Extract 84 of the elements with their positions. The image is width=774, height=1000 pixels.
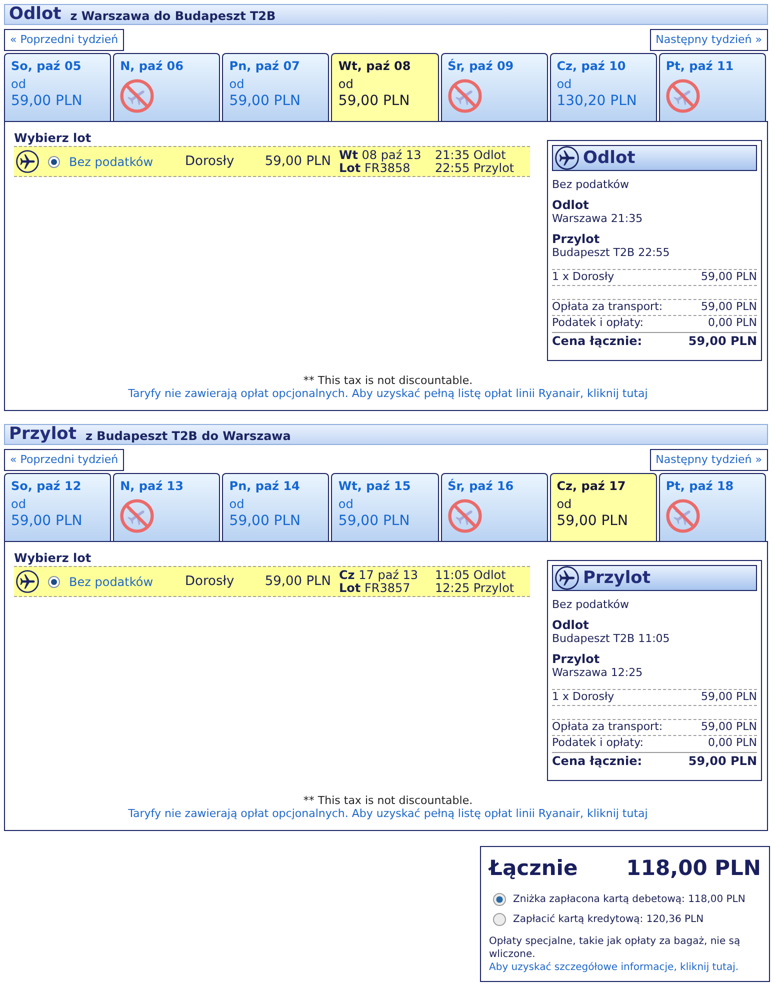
arrival-label: Przylot bbox=[552, 232, 600, 246]
next-week-button[interactable]: Następny tydzień » bbox=[650, 449, 768, 471]
total-label: Łącznie bbox=[489, 855, 578, 881]
departure-time: 11:05 Odlot bbox=[435, 568, 506, 582]
arrival-info: Warszawa 12:25 bbox=[552, 666, 643, 680]
radio-button[interactable] bbox=[493, 913, 506, 926]
arrival-time: 22:55 Przylot bbox=[435, 162, 514, 174]
arrival-info: Budapeszt T2B 22:55 bbox=[552, 246, 670, 260]
flight-date: Wt 08 paź 13 bbox=[339, 148, 422, 162]
passenger-price: 59,00 PLN bbox=[701, 690, 757, 704]
passenger-type: Dorosły bbox=[185, 154, 234, 169]
departure-info: Budapeszt T2B 11:05 bbox=[552, 632, 670, 646]
day-tab[interactable]: Wt, paź 08 od 59,00 PLN bbox=[331, 53, 439, 121]
day-tab[interactable]: So, paź 05 od 59,00 PLN bbox=[4, 53, 112, 121]
total-price-value: 59,00 PLN bbox=[688, 334, 757, 348]
previous-week-button[interactable]: « Poprzedni tydzień bbox=[4, 449, 124, 471]
departure-label: Odlot bbox=[552, 198, 589, 212]
charge-value: 0,00 PLN bbox=[708, 736, 757, 750]
flight-number: Lot FR3858 bbox=[339, 162, 410, 174]
fare-type: Bez podatków bbox=[552, 178, 630, 192]
day-tab[interactable]: Śr, paź 09 bbox=[440, 53, 548, 121]
charge-value: 59,00 PLN bbox=[701, 300, 757, 314]
fees-note: Opłaty specjalne, takie jak opłaty za bagaż, nie są wliczone. bbox=[489, 935, 742, 961]
fare-type: Bez podatków bbox=[552, 598, 630, 612]
flight-date: Cz 17 paź 13 bbox=[339, 568, 418, 582]
radio-button[interactable] bbox=[48, 576, 60, 588]
flight-row[interactable]: Bez podatków Dorosły 59,00 PLN Wt 08 paź 13 Lot FR3858 21:35 Odlot 22:55 Przylot bbox=[14, 146, 530, 177]
arrival-time: 12:25 Przylot bbox=[435, 582, 514, 594]
day-tab[interactable]: Pt, paź 18 bbox=[658, 473, 766, 541]
day-tab[interactable]: N, paź 06 bbox=[113, 53, 220, 121]
charge-label: Opłata za transport: bbox=[552, 300, 663, 314]
passenger-label: 1 x Dorosły bbox=[552, 270, 614, 284]
day-tab[interactable]: Pn, paź 14 od 59,00 PLN bbox=[222, 473, 330, 541]
radio-button[interactable] bbox=[493, 893, 506, 906]
flight-number: Lot FR3857 bbox=[339, 582, 410, 594]
radio-button[interactable] bbox=[48, 156, 60, 168]
plane-icon bbox=[16, 570, 39, 593]
total-price-label: Cena łącznie: bbox=[552, 334, 642, 348]
total-price-label: Cena łącznie: bbox=[552, 754, 642, 768]
day-tab[interactable]: Cz, paź 10 od 130,20 PLN bbox=[550, 53, 657, 121]
day-tab[interactable]: Śr, paź 16 bbox=[440, 473, 548, 541]
fare-price: 59,00 PLN bbox=[264, 154, 331, 169]
charge-label: Opłata za transport: bbox=[552, 720, 663, 734]
tax-note: ** This tax is not discountable. bbox=[303, 794, 473, 807]
fees-link[interactable]: Taryfy nie zawierają opłat opcjonalnych. Aby uzyskać pełną listę opłat linii Ryanair, kliknij tutaj bbox=[128, 807, 648, 820]
day-tab[interactable]: Pt, paź 11 bbox=[658, 53, 766, 121]
passenger-label: 1 x Dorosły bbox=[552, 690, 614, 704]
route-text: z Warszawa do Budapeszt T2B bbox=[70, 8, 276, 22]
choose-flight-label: Wybierz lot bbox=[14, 551, 92, 565]
section-title: Przylot bbox=[9, 425, 76, 444]
departure-time: 21:35 Odlot bbox=[435, 148, 506, 162]
summary-title: Odlot bbox=[583, 148, 636, 168]
charge-value: 0,00 PLN bbox=[708, 316, 757, 330]
fees-link[interactable]: Taryfy nie zawierają opłat opcjonalnych. Aby uzyskać pełną listę opłat linii Ryanair, kliknij tutaj bbox=[128, 387, 648, 400]
route-text: z Budapeszt T2B do Warszawa bbox=[85, 428, 291, 442]
arrival-label: Przylot bbox=[552, 652, 600, 666]
day-tab[interactable]: N, paź 13 bbox=[113, 473, 220, 541]
next-week-button[interactable]: Następny tydzień » bbox=[650, 29, 768, 51]
passenger-price: 59,00 PLN bbox=[701, 270, 757, 284]
summary-title: Przylot bbox=[583, 568, 650, 588]
fare-link[interactable]: Bez podatków bbox=[69, 154, 154, 168]
payment-option-label: Zniżka zapłacona kartą debetową: 118,00 PLN bbox=[513, 893, 746, 906]
day-tab[interactable]: Wt, paź 15 od 59,00 PLN bbox=[331, 473, 439, 541]
flight-row[interactable]: Bez podatków Dorosły 59,00 PLN Cz 17 paź 13 Lot FR3857 11:05 Odlot 12:25 Przylot bbox=[14, 566, 530, 597]
total-amount: 118,00 PLN bbox=[626, 855, 761, 881]
total-price-value: 59,00 PLN bbox=[688, 754, 757, 768]
day-tab[interactable]: Cz, paź 17 od 59,00 PLN bbox=[550, 473, 657, 541]
tax-note: ** This tax is not discountable. bbox=[303, 374, 473, 387]
section-title: Odlot bbox=[9, 5, 62, 24]
passenger-type: Dorosły bbox=[185, 574, 234, 589]
payment-option-label: Zapłacić kartą kredytową: 120,36 PLN bbox=[513, 913, 704, 926]
charge-value: 59,00 PLN bbox=[701, 720, 757, 734]
fare-link[interactable]: Bez podatków bbox=[69, 574, 154, 588]
day-tab[interactable]: Pn, paź 07 od 59,00 PLN bbox=[222, 53, 330, 121]
details-link[interactable]: Aby uzyskać szczegółowe informacje, kliknij tutaj. bbox=[489, 961, 739, 974]
charge-label: Podatek i opłaty: bbox=[552, 736, 644, 750]
departure-label: Odlot bbox=[552, 618, 589, 632]
previous-week-button[interactable]: « Poprzedni tydzień bbox=[4, 29, 124, 51]
choose-flight-label: Wybierz lot bbox=[14, 131, 92, 145]
plane-icon bbox=[16, 150, 39, 173]
departure-info: Warszawa 21:35 bbox=[552, 212, 643, 226]
fare-price: 59,00 PLN bbox=[264, 574, 331, 589]
charge-label: Podatek i opłaty: bbox=[552, 316, 644, 330]
day-tab[interactable]: So, paź 12 od 59,00 PLN bbox=[4, 473, 112, 541]
